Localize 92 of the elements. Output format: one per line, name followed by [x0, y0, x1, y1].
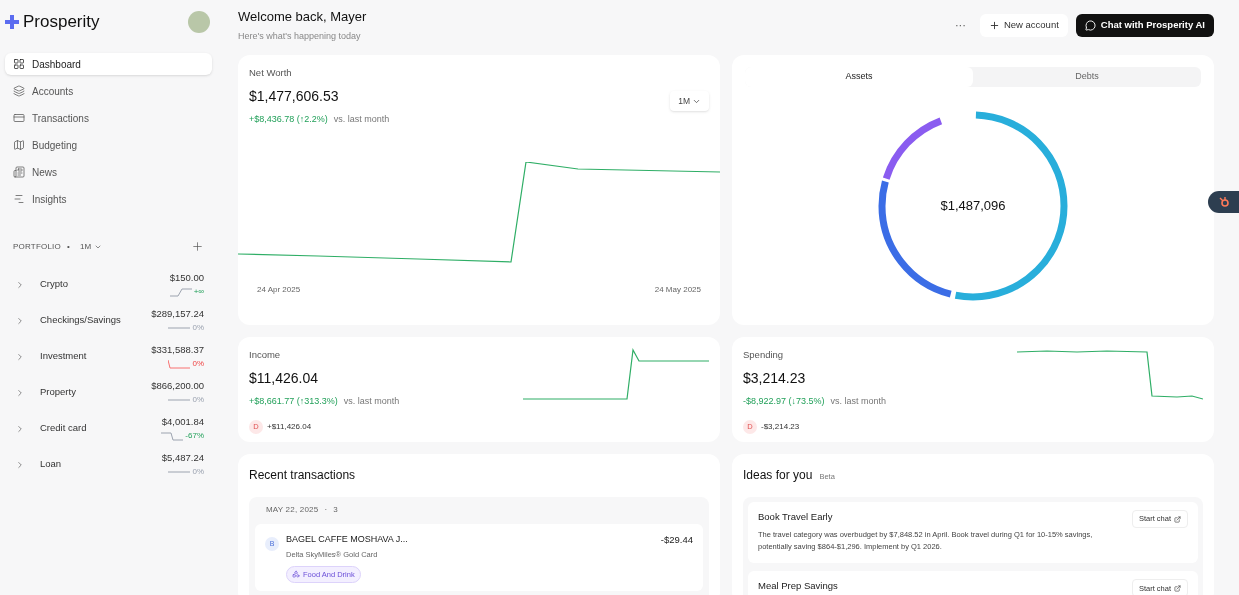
chevron-icon [15, 279, 25, 290]
tab[interactable]: Debts [973, 67, 1201, 87]
account-value: $866,200.00 [151, 379, 204, 394]
nav-item[interactable]: Budgeting [5, 134, 212, 156]
change-text: 0% [192, 393, 204, 406]
nav-item[interactable]: News [5, 161, 212, 183]
sparkline [168, 357, 191, 370]
change-text: -67% [185, 429, 204, 442]
donut-total: $1,487,096 [940, 197, 1006, 216]
separator: • [66, 240, 70, 253]
external-link-icon [1174, 584, 1181, 592]
separator: · [324, 504, 328, 516]
page-title: Welcome back, Mayer [238, 7, 367, 26]
change-text: 0% [192, 321, 204, 334]
chevron-icon [15, 423, 25, 434]
portfolio-row[interactable]: Property $866,200.00 0% [15, 379, 204, 406]
card-label: Spending [743, 348, 785, 362]
account-name: Checkings/Savings [40, 313, 121, 328]
account-name: Credit card [40, 421, 87, 436]
card-label: Net Worth [249, 66, 293, 80]
badge-amount: -$3,214.23 [761, 420, 800, 433]
comparison-text: vs. last month [343, 395, 400, 409]
account-value: $5,487.24 [161, 451, 204, 466]
nav-icon [13, 58, 25, 70]
account-name: Loan [40, 457, 62, 472]
badge-amount: +$11,426.04 [267, 420, 312, 433]
section-title: Ideas for you [743, 467, 813, 484]
transaction-amount: -$29.44 [660, 533, 693, 547]
nav-icon [13, 139, 25, 151]
plus-icon [988, 19, 1000, 31]
account-name: Investment [40, 349, 87, 364]
nav-icon [13, 166, 25, 178]
amount-value: $11,426.04 [249, 369, 320, 389]
account-value: $289,157.24 [151, 307, 204, 322]
tab[interactable]: Assets [745, 67, 973, 87]
change-text: +$8,436.78 (↑2.2%) [249, 113, 328, 127]
brand-name: Prosperity [23, 11, 100, 34]
change-text: 0% [192, 357, 204, 370]
nav-icon [13, 85, 25, 97]
idea-title: Meal Prep Savings [758, 579, 839, 594]
group-count: 3 [333, 504, 338, 516]
comparison-text: vs. last month [333, 113, 390, 127]
account-value: $150.00 [169, 271, 204, 286]
new-account-button[interactable]: New account [979, 13, 1068, 37]
portfolio-row[interactable]: Loan $5,487.24 0% [15, 451, 204, 478]
portfolio-row[interactable]: Crypto $150.00 +∞ [15, 271, 204, 298]
nav-item[interactable]: Accounts [5, 80, 212, 102]
account-value: $331,588.37 [151, 343, 204, 358]
section-title: Recent transactions [249, 467, 357, 484]
axis-label: 24 Apr 2025 [257, 283, 301, 296]
nav-item[interactable]: Transactions [5, 107, 212, 129]
account-name: Property [40, 385, 76, 400]
sparkline [169, 285, 192, 298]
shapes-icon [292, 570, 300, 579]
change-text: 0% [192, 465, 204, 478]
sprocket-icon [1217, 196, 1230, 208]
group-date: MAY 22, 2025 [266, 504, 319, 516]
axis-label: 24 May 2025 [654, 283, 701, 296]
add-icon[interactable] [191, 240, 204, 253]
nav-item[interactable]: Dashboard [5, 53, 212, 75]
chevron-icon [15, 351, 25, 362]
comparison-text: vs. last month [830, 395, 887, 409]
nav-icon [13, 112, 25, 124]
account-value: $4,001.84 [161, 415, 204, 430]
card-label: Income [249, 348, 282, 362]
portfolio-row[interactable]: Credit card $4,001.84 -67% [15, 415, 204, 442]
period-dropdown[interactable]: 1M [79, 240, 103, 253]
chat-icon [1084, 19, 1096, 31]
change-text: +∞ [193, 285, 204, 298]
amount-value: $3,214.23 [743, 369, 807, 389]
change-text: +$8,661.77 (↑313.3%) [249, 395, 338, 409]
chat-button[interactable]: Chat with Prosperity AI [1075, 13, 1214, 37]
more-button[interactable]: ··· [948, 16, 972, 34]
portfolio-row[interactable]: Checkings/Savings $289,157.24 0% [15, 307, 204, 334]
portfolio-row[interactable]: Investment $331,588.37 0% [15, 343, 204, 370]
change-text: -$8,922.97 (↓73.5%) [743, 395, 825, 409]
chevron-icon [15, 387, 25, 398]
external-link-icon [1174, 515, 1181, 523]
net-worth-value: $1,477,606.53 [249, 87, 340, 107]
sparkline [161, 429, 184, 442]
chevron-icon [15, 459, 25, 470]
period-dropdown[interactable]: 1M [670, 91, 709, 111]
help-widget-button[interactable] [1208, 191, 1239, 213]
account-name: Crypto [40, 277, 68, 292]
logo-icon [5, 15, 19, 29]
portfolio-title: PORTFOLIO [13, 240, 61, 253]
page-subtitle: Here's what's happening today [238, 30, 362, 43]
idea-title: Book Travel Early [758, 510, 834, 524]
nav-item[interactable]: Insights [5, 188, 212, 210]
chevron-icon [15, 315, 25, 326]
nav-icon [13, 193, 25, 205]
merchant-name: BAGEL CAFFE MOSHAVA J... [286, 533, 408, 546]
